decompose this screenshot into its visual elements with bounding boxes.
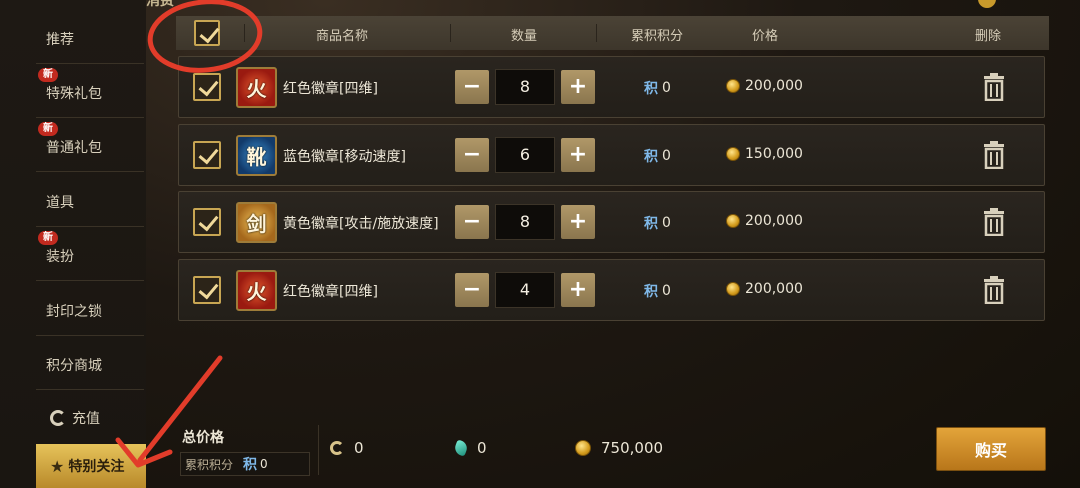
sidebar-item-label: 推荐 <box>46 32 74 48</box>
sidebar-item-recommend[interactable]: 推荐 <box>36 10 144 64</box>
gold-coin-icon <box>726 79 740 93</box>
buy-button[interactable]: 购买 <box>936 427 1046 471</box>
gold-coin-icon <box>726 147 740 161</box>
divider <box>596 24 597 42</box>
sidebar-item-label: 充值 <box>72 411 100 427</box>
sidebar-item-normal-pack[interactable]: 新 普通礼包 <box>36 118 144 172</box>
quantity-input[interactable]: 8 <box>495 69 555 105</box>
trash-icon[interactable] <box>982 276 1006 304</box>
sidebar-item-label: 普通礼包 <box>46 140 102 156</box>
row-checkbox[interactable] <box>193 73 221 101</box>
points-icon: 积 <box>644 81 658 97</box>
trash-icon[interactable] <box>982 208 1006 236</box>
item-name: 红色徽章[四维] <box>283 284 378 300</box>
trash-icon[interactable] <box>982 141 1006 169</box>
sidebar-item-label: 特别关注 <box>68 459 125 475</box>
points-value: 积 0 <box>644 148 671 165</box>
star-icon: ★ <box>50 456 65 476</box>
points-icon: 积 <box>644 216 658 232</box>
accumulated-points-label: 累积积分 <box>185 457 234 472</box>
quantity-input[interactable]: 8 <box>495 204 555 240</box>
sidebar-item-favorites[interactable]: ★ 特别关注 <box>36 444 146 488</box>
red-badge-icon: 火 <box>236 67 277 108</box>
price-value: 200,000 <box>726 78 803 94</box>
header-delete: 删除 <box>975 29 1002 44</box>
table-row: 靴 蓝色徽章[移动速度] − 6 + 积 0 150,000 <box>178 124 1045 186</box>
divider <box>244 24 245 42</box>
decrease-button[interactable]: − <box>455 205 489 239</box>
sidebar-item-items[interactable]: 道具 <box>36 173 144 227</box>
sidebar-item-recharge[interactable]: 充值 <box>36 391 144 445</box>
red-badge-icon: 火 <box>236 270 277 311</box>
row-checkbox[interactable] <box>193 208 221 236</box>
increase-button[interactable]: + <box>561 273 595 307</box>
quantity-input[interactable]: 6 <box>495 137 555 173</box>
decrease-button[interactable]: − <box>455 70 489 104</box>
gem-currency-total: 0 <box>452 439 487 457</box>
sidebar-item-label: 封印之锁 <box>46 304 102 320</box>
coin-icon <box>978 0 996 8</box>
accumulated-points-value: 积 0 <box>243 454 268 474</box>
sidebar: 推荐 新 特殊礼包 新 普通礼包 道具 新 装扮 封印之锁 积分商城 充值 ★ … <box>0 0 146 488</box>
decrease-button[interactable]: − <box>455 273 489 307</box>
points-value: 积 0 <box>644 283 671 300</box>
gem-icon <box>452 439 470 457</box>
c-currency-icon <box>50 410 66 426</box>
sidebar-item-special-pack[interactable]: 新 特殊礼包 <box>36 64 144 118</box>
gold-coin-icon <box>726 214 740 228</box>
item-name: 蓝色徽章[移动速度] <box>283 149 406 165</box>
trash-icon[interactable] <box>982 73 1006 101</box>
item-name: 黄色徽章[攻击/施放速度] <box>283 216 439 232</box>
price-value: 200,000 <box>726 281 803 297</box>
sidebar-item-label: 积分商城 <box>46 358 102 374</box>
table-row: 剑 黄色徽章[攻击/施放速度] − 8 + 积 0 200,000 <box>178 191 1045 253</box>
gold-coin-icon <box>575 440 591 456</box>
quantity-input[interactable]: 4 <box>495 272 555 308</box>
increase-button[interactable]: + <box>561 138 595 172</box>
row-checkbox[interactable] <box>193 276 221 304</box>
points-icon: 积 <box>644 149 658 165</box>
header-name: 商品名称 <box>316 29 369 44</box>
accumulated-points-box: 累积积分 积 0 <box>180 452 310 476</box>
new-badge: 新 <box>38 122 58 136</box>
divider <box>318 425 319 475</box>
c-currency-icon <box>330 441 344 455</box>
header-points: 累积积分 <box>631 29 684 44</box>
points-value: 积 0 <box>644 215 671 232</box>
points-icon: 积 <box>243 457 258 473</box>
sidebar-item-label: 装扮 <box>46 249 74 265</box>
price-value: 200,000 <box>726 213 803 229</box>
points-icon: 积 <box>644 284 658 300</box>
blue-badge-icon: 靴 <box>236 135 277 176</box>
sidebar-item-seal-lock[interactable]: 封印之锁 <box>36 282 144 336</box>
price-value: 150,000 <box>726 146 803 162</box>
gold-coin-icon <box>726 282 740 296</box>
new-badge: 新 <box>38 231 58 245</box>
c-currency-total: 0 <box>330 439 364 457</box>
header-quantity: 数量 <box>511 29 538 44</box>
table-header: 商品名称 数量 累积积分 价格 删除 <box>176 16 1049 50</box>
decrease-button[interactable]: − <box>455 138 489 172</box>
increase-button[interactable]: + <box>561 205 595 239</box>
select-all-checkbox[interactable] <box>194 20 220 46</box>
yellow-badge-icon: 剑 <box>236 202 277 243</box>
header-price: 价格 <box>752 29 779 44</box>
sidebar-item-points-mall[interactable]: 积分商城 <box>36 336 144 390</box>
points-value: 积 0 <box>644 80 671 97</box>
divider <box>450 24 451 42</box>
sidebar-item-label: 特殊礼包 <box>46 86 102 102</box>
total-price-label: 总价格 <box>182 430 224 446</box>
increase-button[interactable]: + <box>561 70 595 104</box>
sidebar-item-costume[interactable]: 新 装扮 <box>36 227 144 281</box>
table-row: 火 红色徽章[四维] − 4 + 积 0 200,000 <box>178 259 1045 321</box>
item-name: 红色徽章[四维] <box>283 81 378 97</box>
new-badge: 新 <box>38 68 58 82</box>
row-checkbox[interactable] <box>193 141 221 169</box>
sidebar-item-label: 道具 <box>46 195 74 211</box>
gold-total: 750,000 <box>575 439 663 457</box>
table-row: 火 红色徽章[四维] − 8 + 积 0 200,000 <box>178 56 1045 118</box>
